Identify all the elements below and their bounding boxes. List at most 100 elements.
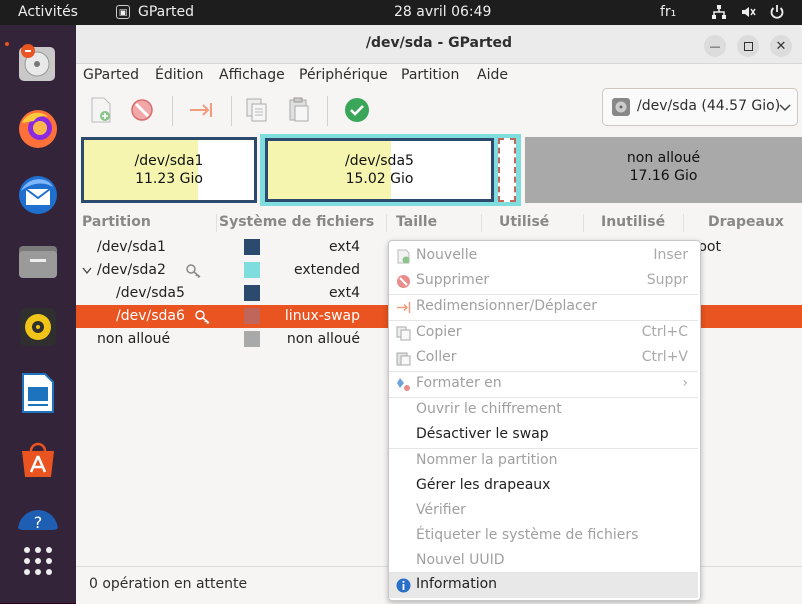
menu-edition[interactable]: Édition bbox=[155, 67, 203, 83]
menu-item-label: Nouvelle bbox=[416, 247, 478, 263]
partition-map: /dev/sda1 11.23 Gio /dev/sda5 15.02 Gio … bbox=[76, 134, 802, 206]
partition-block-name: /dev/sda1 bbox=[134, 153, 204, 169]
writer-icon[interactable] bbox=[15, 370, 61, 416]
delete-partition-button[interactable] bbox=[127, 95, 157, 125]
partition-block-sda6[interactable] bbox=[498, 138, 516, 202]
column-header-flags[interactable]: Drapeaux bbox=[708, 214, 784, 230]
filesystem-type: extended bbox=[293, 262, 360, 278]
network-icon[interactable] bbox=[711, 4, 727, 24]
menu-gparted[interactable]: GParted bbox=[83, 67, 139, 83]
close-icon: ✕ bbox=[775, 38, 787, 54]
table-header: Partition Système de fichiers Taille Uti… bbox=[76, 211, 802, 235]
disk-icon[interactable] bbox=[15, 40, 61, 86]
paste-icon bbox=[396, 352, 411, 366]
column-divider bbox=[481, 214, 482, 232]
menu-item-shortcut: Ctrl+C bbox=[641, 324, 688, 340]
column-header-used[interactable]: Utilisé bbox=[499, 214, 549, 230]
rhythmbox-icon[interactable] bbox=[15, 304, 61, 350]
resize-icon bbox=[190, 103, 212, 117]
menu-item-name-partition[interactable]: Nommer la partition bbox=[389, 449, 698, 474]
menu-item-open-encryption[interactable]: Ouvrir le chiffrement bbox=[389, 398, 698, 423]
maximize-button[interactable] bbox=[737, 35, 759, 57]
menu-item-shortcut: Suppr bbox=[646, 272, 688, 288]
menu-item-new-uuid[interactable]: Nouvel UUID bbox=[389, 549, 698, 574]
partition-block-sda5[interactable]: /dev/sda5 15.02 Gio bbox=[265, 138, 494, 202]
partition-block-unallocated[interactable]: non alloué 17.16 Gio bbox=[525, 137, 802, 203]
device-selector[interactable]: /dev/sda (44.57 Gio) bbox=[602, 88, 798, 126]
menu-item-paste[interactable]: Coller Ctrl+V bbox=[389, 346, 698, 371]
menu-item-delete[interactable]: Supprimer Suppr bbox=[389, 269, 698, 294]
firefox-icon[interactable] bbox=[15, 106, 61, 152]
menu-aide[interactable]: Aide bbox=[477, 67, 508, 83]
partition-name: /dev/sda1 bbox=[97, 239, 166, 255]
menu-item-swapoff[interactable]: Désactiver le swap bbox=[389, 423, 698, 448]
toolbar-separator bbox=[172, 96, 173, 126]
menu-item-resize-move[interactable]: Redimensionner/Déplacer bbox=[389, 295, 698, 320]
menu-item-new[interactable]: Nouvelle Inser bbox=[389, 244, 698, 269]
partition-name: non alloué bbox=[97, 331, 171, 347]
menu-item-label: Copier bbox=[416, 324, 462, 340]
help-icon[interactable]: ? bbox=[15, 502, 61, 530]
used-space-fill bbox=[268, 141, 391, 199]
partition-block-sda1[interactable]: /dev/sda1 11.23 Gio bbox=[81, 137, 257, 203]
column-header-size[interactable]: Taille bbox=[396, 214, 437, 230]
menu-item-manage-flags[interactable]: Gérer les drapeaux bbox=[389, 474, 698, 499]
fs-color-swatch bbox=[244, 239, 260, 255]
partition-block-name: /dev/sda5 bbox=[345, 153, 414, 169]
toolbar-separator bbox=[327, 96, 328, 126]
fs-color-swatch bbox=[244, 262, 260, 278]
format-icon bbox=[397, 378, 410, 391]
column-header-filesystem[interactable]: Système de fichiers bbox=[219, 214, 374, 230]
resize-move-button[interactable] bbox=[186, 95, 216, 125]
new-partition-button[interactable] bbox=[86, 95, 116, 125]
volume-icon[interactable] bbox=[740, 4, 756, 24]
activities-button[interactable]: Activités bbox=[18, 4, 78, 20]
minimize-button[interactable]: — bbox=[704, 35, 726, 57]
copy-button[interactable] bbox=[242, 95, 272, 125]
menu-item-label: Désactiver le swap bbox=[416, 426, 549, 442]
column-header-unused[interactable]: Inutilisé bbox=[601, 214, 665, 230]
column-divider bbox=[216, 214, 217, 232]
menu-item-information[interactable]: Information bbox=[389, 573, 698, 598]
power-icon[interactable] bbox=[769, 4, 785, 24]
app-menu-label[interactable]: GParted bbox=[138, 4, 194, 20]
files-icon[interactable] bbox=[15, 238, 61, 284]
menu-item-label: Étiqueter le système de fichiers bbox=[416, 527, 639, 543]
software-icon[interactable] bbox=[15, 436, 61, 482]
close-button[interactable]: ✕ bbox=[770, 35, 792, 57]
partition-block-name: non alloué bbox=[626, 150, 701, 166]
apps-grid-icon[interactable] bbox=[15, 538, 61, 584]
menu-affichage[interactable]: Affichage bbox=[219, 67, 285, 83]
menu-item-label-filesystem[interactable]: Étiqueter le système de fichiers bbox=[389, 524, 698, 549]
chevron-down-icon bbox=[779, 104, 791, 112]
new-document-icon bbox=[397, 249, 410, 264]
apply-button[interactable] bbox=[342, 95, 372, 125]
partition-block-size: 17.16 Gio bbox=[629, 168, 698, 184]
paste-button[interactable] bbox=[284, 95, 314, 125]
column-header-partition[interactable]: Partition bbox=[82, 214, 151, 230]
key-icon bbox=[195, 310, 210, 324]
delete-icon bbox=[397, 275, 410, 288]
used-space-fill bbox=[84, 140, 198, 200]
title-bar[interactable]: /dev/sda - GParted — ✕ bbox=[76, 25, 802, 64]
fs-color-swatch bbox=[244, 308, 260, 324]
menu-item-copy[interactable]: Copier Ctrl+C bbox=[389, 321, 698, 346]
column-divider bbox=[386, 214, 387, 232]
menu-item-check[interactable]: Vérifier bbox=[389, 499, 698, 524]
menu-item-format-as[interactable]: Formater en › bbox=[389, 372, 698, 397]
partition-name: /dev/sda5 bbox=[116, 285, 185, 301]
thunderbird-icon[interactable] bbox=[15, 172, 61, 218]
menu-peripherique[interactable]: Périphérique bbox=[299, 67, 388, 83]
partition-block-size: 15.02 Gio bbox=[345, 171, 414, 187]
copy-icon bbox=[246, 98, 267, 122]
partition-block-sda2-extended[interactable]: /dev/sda5 15.02 Gio bbox=[260, 134, 521, 206]
filesystem-type: linux-swap bbox=[284, 308, 360, 324]
keyboard-layout[interactable]: fr₁ bbox=[660, 4, 676, 20]
menu-partition[interactable]: Partition bbox=[401, 67, 459, 83]
new-document-icon bbox=[91, 97, 111, 123]
partition-flags: boot bbox=[698, 239, 721, 255]
key-icon bbox=[186, 264, 201, 278]
gparted-app-icon: ▣ bbox=[116, 5, 130, 19]
info-icon bbox=[396, 578, 411, 593]
clock[interactable]: 28 avril 06:49 bbox=[394, 4, 491, 20]
